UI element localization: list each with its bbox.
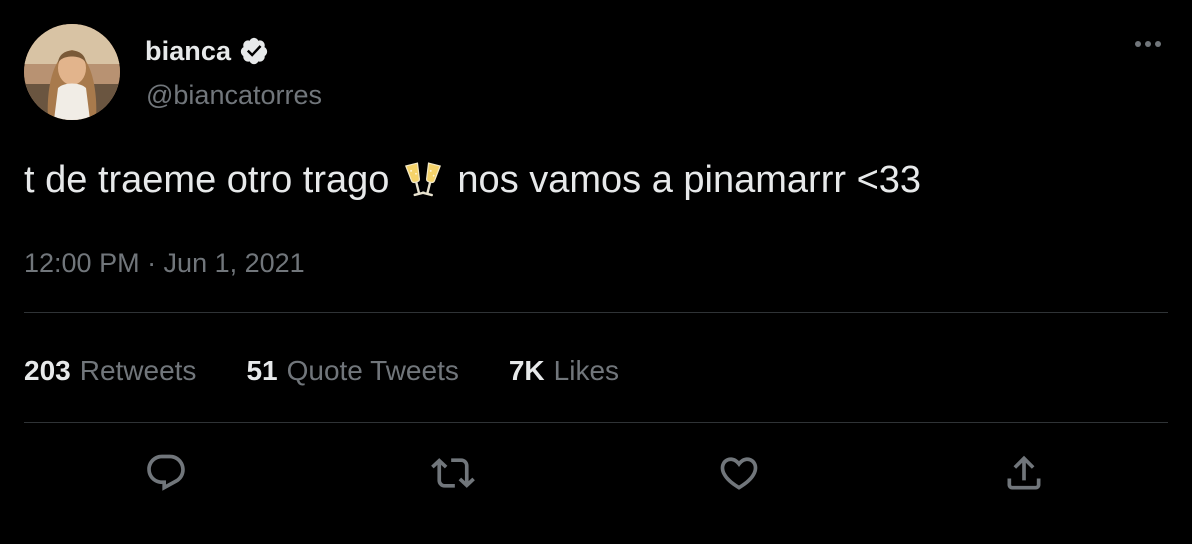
retweet-button[interactable] bbox=[428, 448, 478, 498]
tweet-actions bbox=[0, 448, 1192, 498]
retweets-stat[interactable]: 203 Retweets bbox=[24, 355, 196, 387]
reply-icon bbox=[147, 454, 185, 491]
tweet-stats: 203 Retweets 51 Quote Tweets 7K Likes bbox=[24, 355, 669, 387]
tweet-text: t de traeme otro trago nos vamos a pinam… bbox=[24, 158, 921, 202]
avatar-image bbox=[24, 24, 120, 120]
more-dot-icon bbox=[1145, 41, 1151, 47]
share-button[interactable] bbox=[999, 448, 1049, 498]
heart-icon bbox=[720, 457, 758, 490]
tweet-text-part-1: t de traeme otro trago bbox=[24, 158, 390, 201]
more-options-button[interactable] bbox=[1128, 30, 1168, 58]
avatar[interactable] bbox=[24, 24, 120, 120]
divider bbox=[24, 422, 1168, 423]
quote-tweets-stat[interactable]: 51 Quote Tweets bbox=[246, 355, 458, 387]
reply-button[interactable] bbox=[141, 448, 191, 498]
tweet-timestamp[interactable]: 12:00 PM · Jun 1, 2021 bbox=[24, 248, 305, 279]
verified-badge-icon bbox=[241, 37, 268, 65]
more-dot-icon bbox=[1135, 41, 1141, 47]
tweet-text-part-2: nos vamos a pinamarrr <33 bbox=[457, 158, 922, 201]
user-handle[interactable]: @biancatorres bbox=[146, 80, 322, 111]
more-dot-icon bbox=[1155, 41, 1161, 47]
like-button[interactable] bbox=[714, 448, 764, 498]
quote-tweets-label: Quote Tweets bbox=[286, 355, 459, 386]
quote-tweets-count: 51 bbox=[246, 355, 278, 386]
share-icon bbox=[1007, 455, 1041, 490]
retweets-label: Retweets bbox=[79, 355, 197, 386]
retweet-icon bbox=[431, 458, 475, 488]
clinking-glasses-icon bbox=[401, 158, 445, 202]
likes-label: Likes bbox=[553, 355, 620, 386]
display-name[interactable]: bianca bbox=[145, 36, 231, 67]
retweets-count: 203 bbox=[24, 355, 71, 386]
tweet-detail: bianca @biancatorres t de traeme otro tr… bbox=[0, 0, 1192, 544]
likes-stat[interactable]: 7K Likes bbox=[509, 355, 619, 387]
likes-count: 7K bbox=[508, 355, 545, 386]
divider bbox=[24, 312, 1168, 313]
user-name-row[interactable]: bianca bbox=[145, 31, 269, 71]
